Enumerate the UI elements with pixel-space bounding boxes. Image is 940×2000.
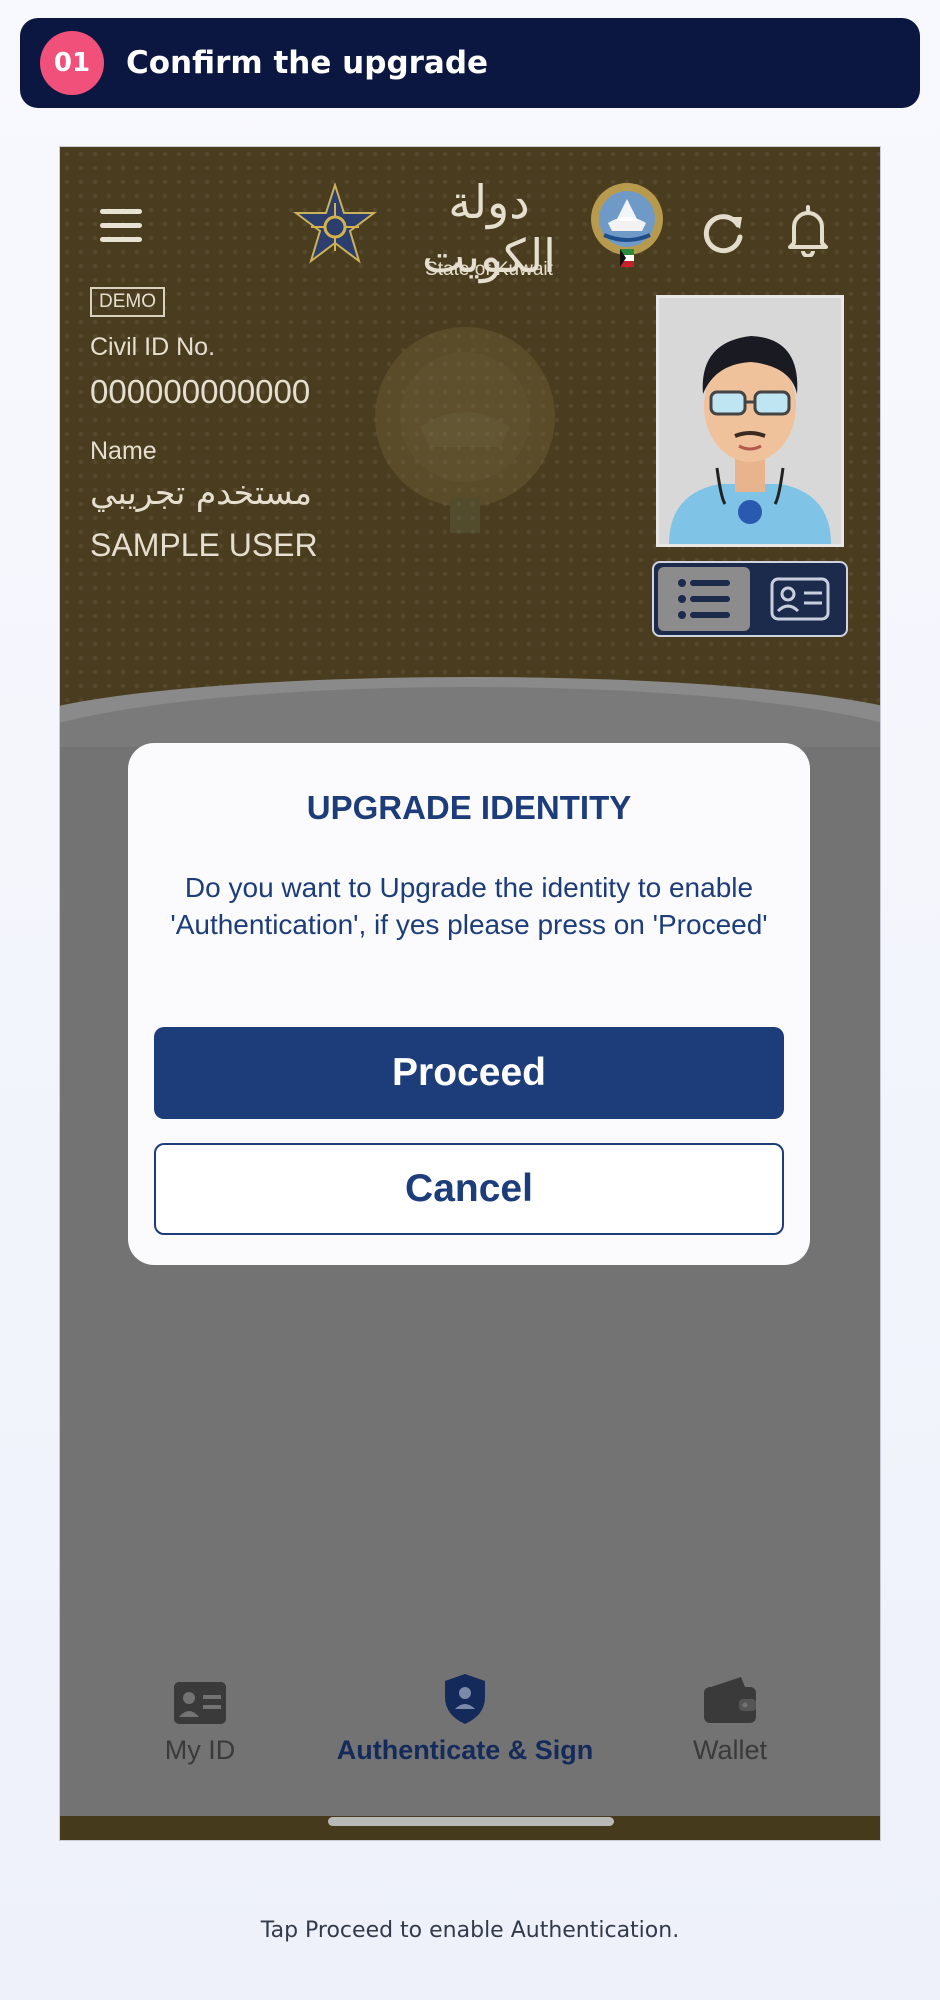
id-card-icon [770, 577, 830, 621]
refresh-icon[interactable] [700, 209, 746, 255]
card-view-toggle [652, 561, 848, 637]
demo-badge: DEMO [90, 287, 165, 317]
avatar [659, 298, 841, 544]
nav-label-authenticate-sign: Authenticate & Sign [336, 1735, 594, 1765]
dialog-title: UPGRADE IDENTITY [306, 789, 632, 826]
step-number-badge: 01 [40, 31, 104, 95]
proceed-button[interactable]: Proceed [154, 1027, 784, 1119]
star-emblem-icon [293, 183, 377, 264]
dialog-message: Do you want to Upgrade the identity to e… [170, 872, 768, 940]
bell-icon[interactable] [786, 205, 830, 257]
wallet-icon [704, 1677, 756, 1723]
list-view-button[interactable] [658, 567, 750, 631]
nav-item-my-id[interactable]: My ID [130, 1667, 270, 1766]
nav-label-my-id: My ID [164, 1735, 236, 1765]
step-title: Confirm the upgrade [126, 45, 489, 81]
state-name-english: State of Kuwait [425, 259, 553, 280]
step-banner: 01 Confirm the upgrade [20, 18, 920, 108]
nav-item-wallet[interactable]: Wallet [660, 1667, 800, 1766]
id-card-icon [174, 1682, 226, 1724]
name-arabic: مستخدم تجريبي [90, 473, 312, 512]
phone-screen: دولة الكويت State of Kuwait DEMO Civil I… [59, 146, 881, 1841]
user-photo [656, 295, 844, 547]
kuwait-crest-icon [591, 183, 663, 267]
name-label: Name [90, 437, 157, 465]
crest-watermark [375, 327, 555, 533]
bottom-navigation: My ID Authenticate & Sign Wallet [60, 1667, 880, 1807]
upgrade-identity-dialog: UPGRADE IDENTITY Do you want to Upgrade … [128, 743, 810, 1265]
list-icon [678, 579, 730, 619]
home-indicator[interactable] [328, 1817, 614, 1826]
name-english: SAMPLE USER [90, 527, 318, 563]
civil-id-label: Civil ID No. [90, 333, 216, 361]
nav-label-wallet: Wallet [692, 1735, 767, 1765]
card-view-button[interactable] [754, 563, 846, 635]
civil-id-value: 000000000000 [90, 373, 311, 410]
hamburger-menu-icon[interactable] [100, 209, 142, 243]
step-caption: Tap Proceed to enable Authentication. [260, 1918, 680, 1943]
cancel-button[interactable]: Cancel [154, 1143, 784, 1235]
id-card-header: دولة الكويت State of Kuwait DEMO Civil I… [60, 147, 880, 707]
shield-user-icon [445, 1674, 485, 1724]
nav-item-authenticate-sign[interactable]: Authenticate & Sign [330, 1667, 600, 1766]
